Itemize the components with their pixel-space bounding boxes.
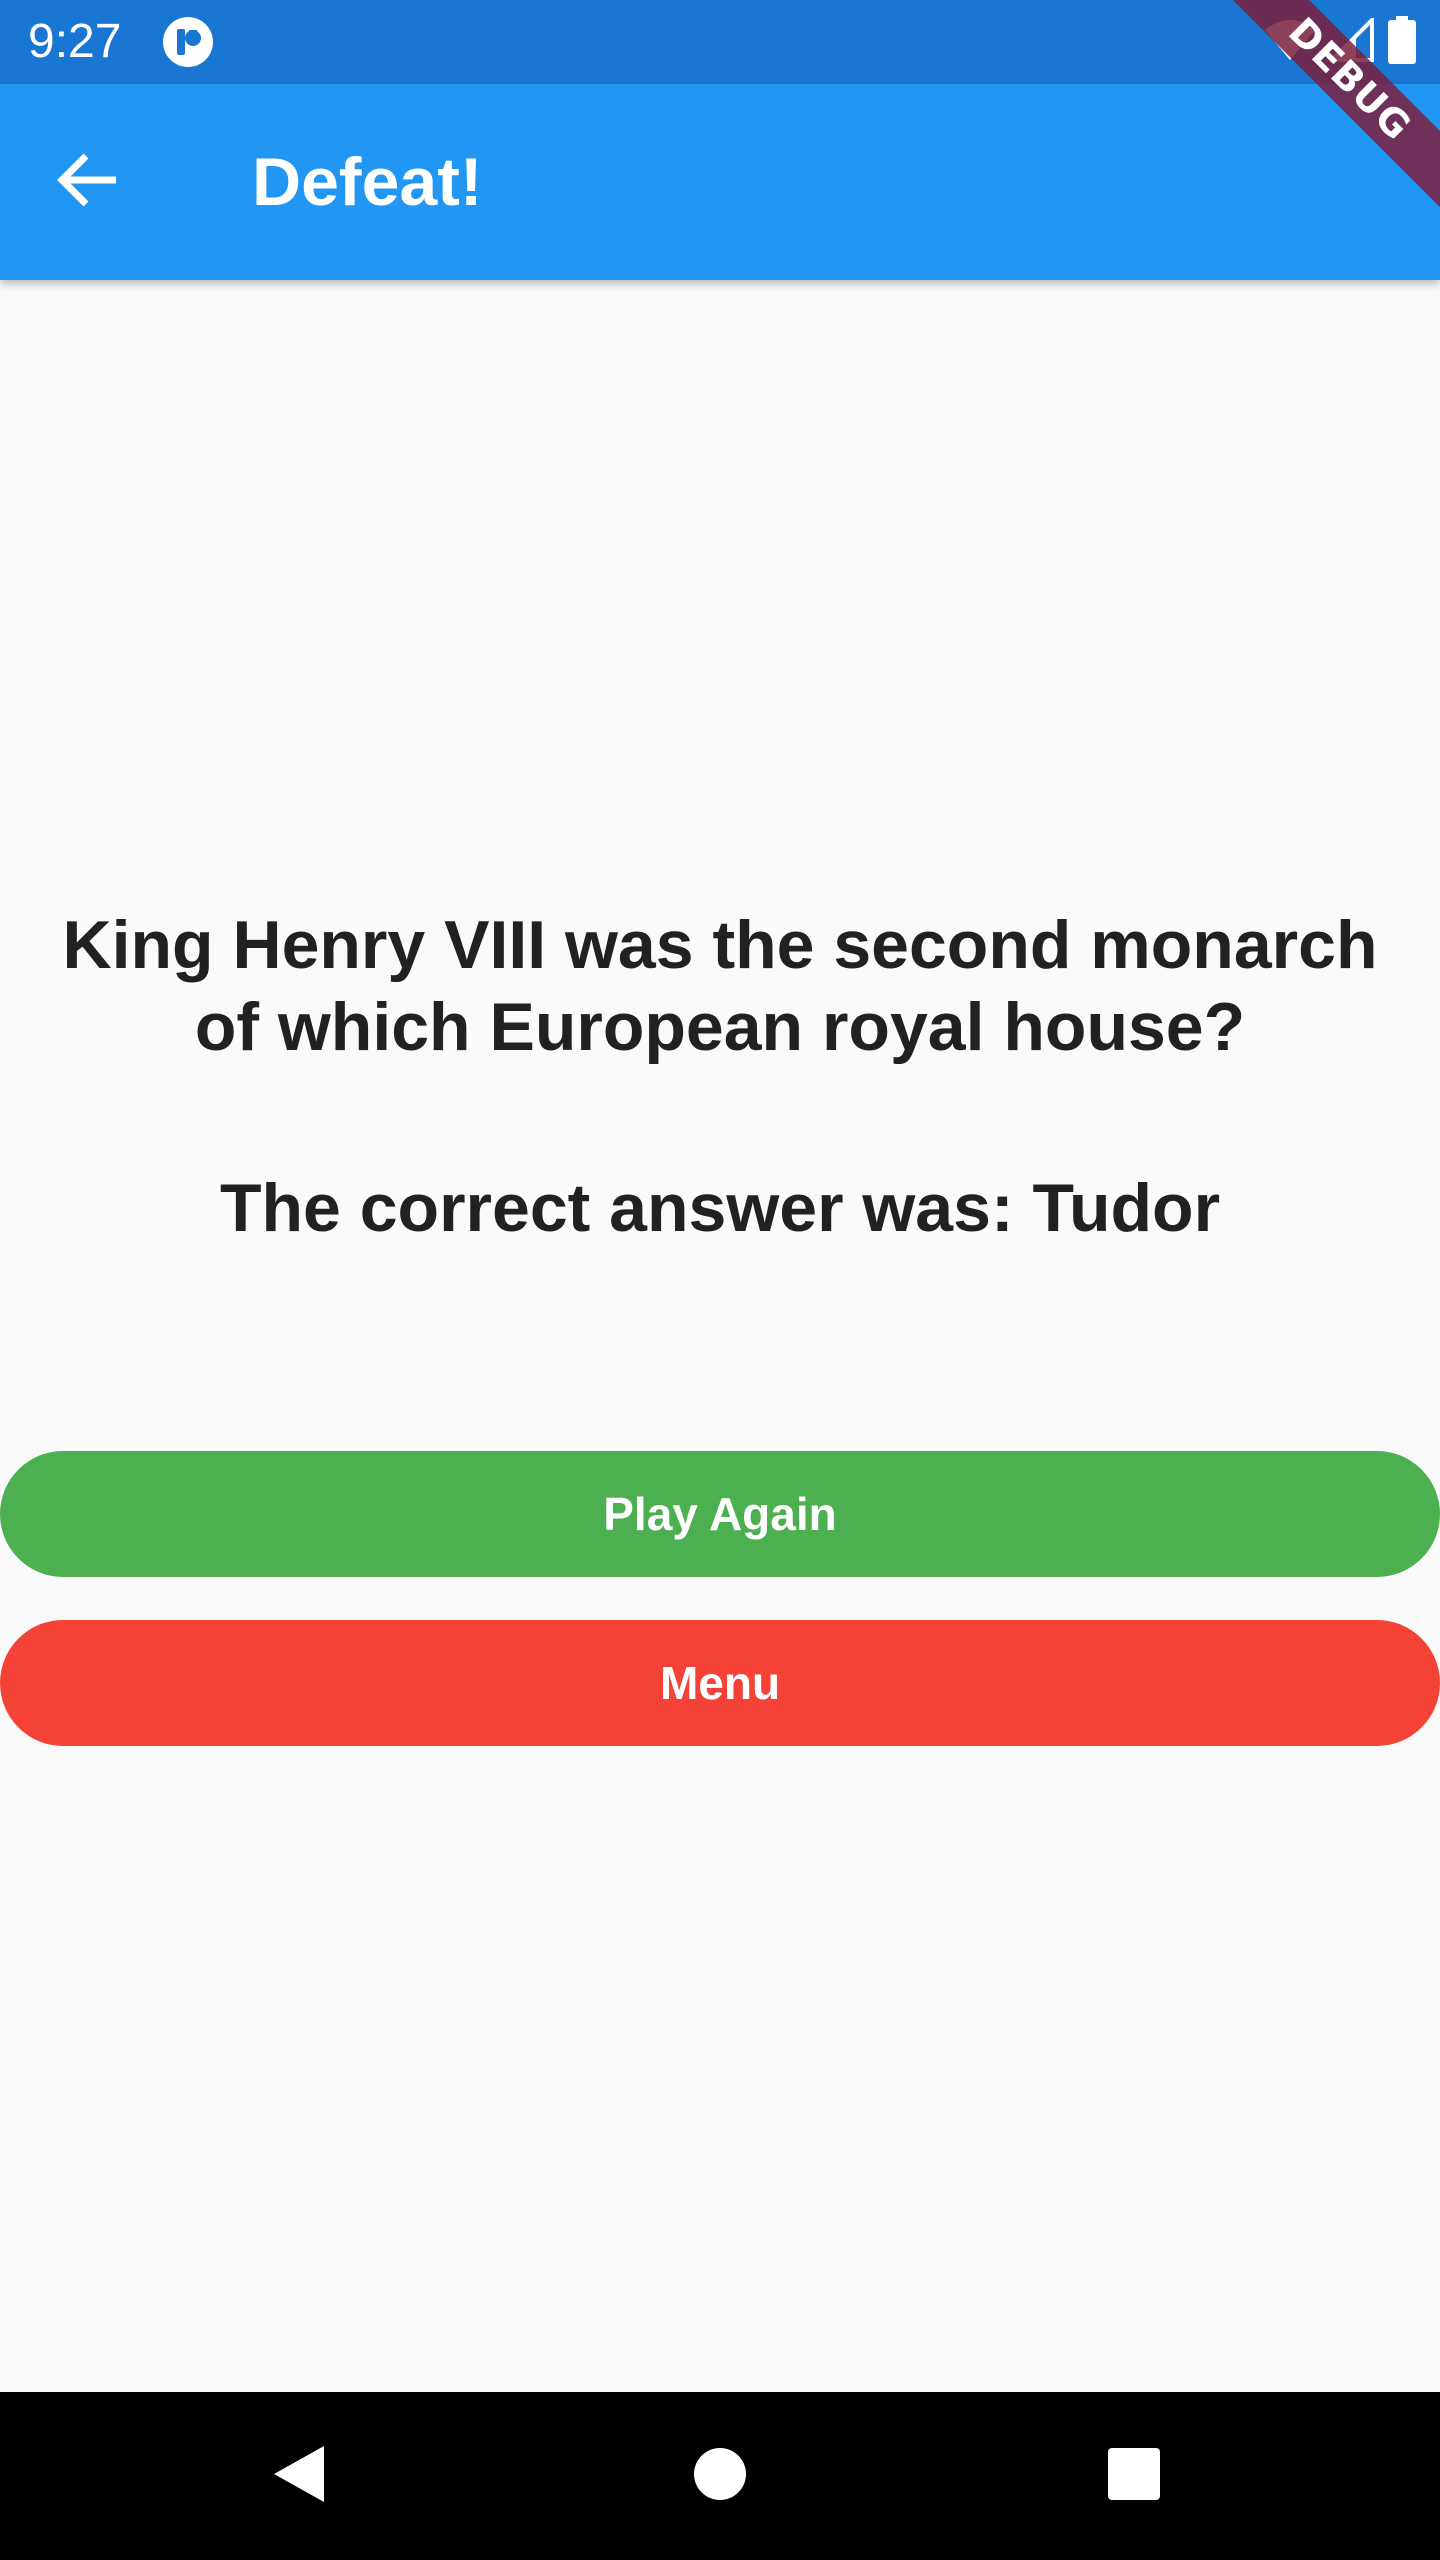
status-time: 9:27 [28,15,122,68]
status-icons [1264,14,1416,69]
app-bar: Defeat! [0,84,1440,280]
nav-back-button[interactable] [250,2426,350,2526]
play-again-button[interactable]: Play Again [0,1451,1440,1577]
nav-home-button[interactable] [670,2426,770,2526]
correct-answer-text: The correct answer was: Tudor [219,1170,1221,1246]
arrow-back-icon [56,148,120,217]
nav-recents-icon [1107,2447,1161,2506]
wifi-icon [1264,18,1316,67]
app-notification-icon [162,16,214,68]
question-text: King Henry VIII was the second monarch o… [62,907,1378,1065]
nav-recents-button[interactable] [1084,2426,1184,2526]
nav-back-icon [270,2442,330,2511]
status-bar: 9:27 [0,0,1440,84]
nav-home-icon [693,2447,747,2506]
back-button[interactable] [40,134,136,230]
page-title: Defeat! [252,144,483,220]
system-nav-bar [0,2392,1440,2560]
battery-icon [1388,15,1416,69]
menu-label: Menu [659,1657,781,1709]
play-again-label: Play Again [603,1488,837,1540]
cellular-signal-icon [1327,14,1374,67]
menu-button[interactable]: Menu [0,1620,1440,1746]
